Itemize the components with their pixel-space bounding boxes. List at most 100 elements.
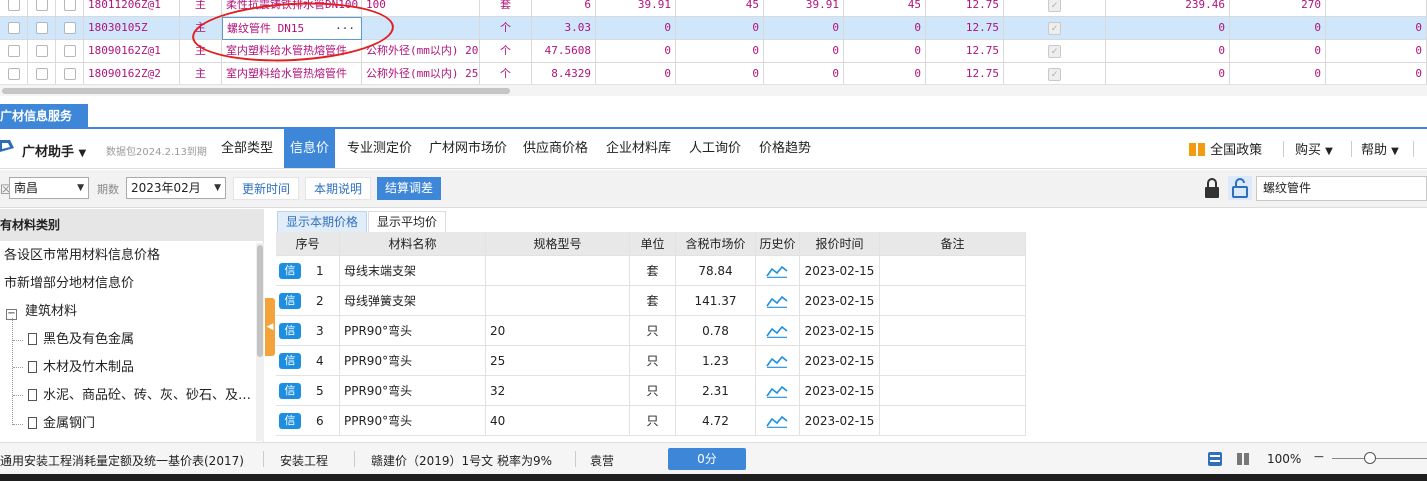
trend-chart-icon[interactable] [766, 384, 788, 398]
table-row[interactable]: 信 3 PPR90°弯头 20 只 0.78 2023-02-15 [276, 316, 1026, 346]
buy-menu[interactable]: 购买 ▼ [1295, 139, 1333, 158]
table-row[interactable]: 信 5 PPR90°弯头 32 只 2.31 2023-02-15 [276, 376, 1026, 406]
row-checkbox[interactable] [7, 45, 20, 57]
search-input[interactable]: 螺纹管件 [1256, 176, 1427, 201]
scrollbar-thumb[interactable] [2, 88, 510, 94]
tab-manual-inquiry[interactable]: 人工询价 [683, 129, 747, 168]
tab-enterprise-library[interactable]: 企业材料库 [600, 129, 677, 168]
item-code: 18030105Z [84, 17, 180, 40]
item-price: 0 [764, 17, 844, 40]
chevron-down-icon: ▼ [1325, 146, 1333, 157]
tree-item-label: 水泥、商品砼、砖、灰、砂石、及… [43, 388, 252, 403]
trend-chart-icon[interactable] [766, 354, 788, 368]
horizontal-scrollbar[interactable] [0, 84, 1427, 96]
table-row[interactable]: 信 1 母线末端支架套 78.84 2023-02-15 [276, 256, 1026, 286]
material-category-tree: 有材料类别 各设区市常用材料信息价格 市新增部分地材信息价 − 建筑材料 黑色及有… [0, 209, 264, 442]
policy-menu[interactable]: 全国政策 [1188, 139, 1262, 158]
grid-row[interactable]: 18090162Z@2 主 室内塑料给水管热熔管件 公称外径(mm以内) 25 … [0, 63, 1427, 84]
tab-current-price[interactable]: 显示本期价格 [277, 211, 368, 232]
item-price: 0 [676, 40, 764, 63]
split-view-icon[interactable] [1235, 451, 1251, 467]
taskbar-strip [0, 474, 1427, 481]
market-price: 78.84 [676, 256, 756, 285]
trend-chart-icon[interactable] [766, 264, 788, 278]
quote-date: 2023-02-15 [800, 316, 880, 345]
tree-item[interactable]: 市新增部分地材信息价 [4, 271, 134, 297]
score-button[interactable]: 0分 [668, 448, 746, 470]
trend-chart-icon[interactable] [766, 294, 788, 308]
history-price-cell [756, 376, 800, 405]
history-price-cell [756, 256, 800, 285]
item-name: 室内塑料给水管热熔管件 [222, 63, 362, 84]
grid-row[interactable]: 18011206Z@1 主 柔性抗震铸铁排水管DN100 100 套 6 39.… [0, 0, 1427, 17]
row-checkbox[interactable] [35, 45, 48, 57]
row-checkbox[interactable] [35, 0, 48, 11]
item-type: 主 [180, 63, 222, 84]
tree-item[interactable]: 黑色及有色金属 [28, 327, 134, 353]
remark [880, 316, 1026, 345]
zoom-out-icon[interactable]: − [1313, 449, 1325, 465]
item-price: 0 [596, 40, 676, 63]
tree-item[interactable]: 各设区市常用材料信息价格 [4, 243, 160, 269]
quote-date: 2023-02-15 [800, 406, 880, 435]
tree-scrollbar[interactable] [256, 243, 264, 441]
row-checkbox[interactable] [63, 22, 76, 34]
trend-chart-icon[interactable] [766, 414, 788, 428]
scrollbar-thumb[interactable] [257, 245, 263, 357]
page-view-icon[interactable] [1207, 451, 1223, 467]
table-row[interactable]: 信 6 PPR90°弯头 40 只 4.72 2023-02-15 [276, 406, 1026, 436]
row-checkbox[interactable] [7, 0, 20, 11]
tab-average-price[interactable]: 显示平均价 [368, 211, 447, 232]
row-checkbox[interactable] [35, 68, 48, 80]
panel-tab-material-service[interactable]: 广材信息服务 [0, 104, 88, 128]
lock-icon[interactable] [1201, 176, 1223, 200]
spec-model: 20 [486, 316, 630, 345]
tree-item-building-materials[interactable]: − 建筑材料 [6, 299, 77, 325]
check-icon[interactable]: ✓ [1048, 22, 1061, 35]
item-code: 18090162Z@1 [84, 40, 180, 63]
row-checkbox[interactable] [63, 0, 76, 11]
region-select[interactable]: 南昌 ▼ [9, 177, 89, 199]
item-price: 0 [676, 63, 764, 84]
row-checkbox[interactable] [7, 68, 20, 80]
tab-info-price[interactable]: 信息价 [284, 129, 336, 168]
tab-market-price[interactable]: 广材网市场价 [423, 129, 513, 168]
item-price: 0 [596, 63, 676, 84]
material-name: PPR90°弯头 [340, 406, 486, 435]
assistant-menu[interactable]: 广材助手 ▼ [22, 141, 86, 160]
tree-connector [13, 424, 23, 425]
trend-chart-icon[interactable] [766, 324, 788, 338]
period-note-button[interactable]: 本期说明 [305, 177, 372, 200]
tree-item[interactable]: 水泥、商品砼、砖、灰、砂石、及… [28, 383, 251, 409]
tab-all-types[interactable]: 全部类型 [215, 129, 279, 168]
row-checkbox[interactable] [63, 45, 76, 57]
settle-adjust-button[interactable]: 结算调差 [377, 177, 442, 200]
tab-supplier-price[interactable]: 供应商价格 [517, 129, 594, 168]
row-number-cell: 信6 [276, 406, 340, 435]
unlock-icon[interactable] [1228, 176, 1252, 200]
row-checkbox[interactable] [35, 22, 48, 34]
row-checkbox[interactable] [7, 22, 20, 34]
item-total: 0 [1326, 40, 1427, 63]
tab-price-trend[interactable]: 价格趋势 [753, 129, 817, 168]
table-row[interactable]: 信 4 PPR90°弯头 25 只 1.23 2023-02-15 [276, 346, 1026, 376]
help-menu[interactable]: 帮助 ▼ [1361, 139, 1399, 158]
period-select[interactable]: 2023年02月 ▼ [126, 177, 226, 199]
check-icon[interactable]: ✓ [1048, 0, 1061, 12]
market-price: 0.78 [676, 316, 756, 345]
col-spec: 规格型号 [486, 232, 630, 255]
zoom-slider-thumb[interactable] [1364, 452, 1376, 464]
item-unit: 个 [480, 17, 532, 40]
row-number-cell: 信1 [276, 256, 340, 285]
zoom-slider[interactable] [1332, 458, 1427, 459]
tree-item[interactable]: 木材及竹木制品 [28, 355, 134, 381]
table-row[interactable]: 信 2 母线弹簧支架套 141.37 2023-02-15 [276, 286, 1026, 316]
tree-item[interactable]: 金属钢门 [28, 411, 95, 437]
check-icon[interactable]: ✓ [1048, 68, 1061, 81]
item-price: 12.75 [926, 17, 1004, 40]
tab-professional-price[interactable]: 专业测定价 [341, 129, 418, 168]
update-time-button[interactable]: 更新时间 [233, 177, 300, 200]
collapse-panel-handle[interactable]: ◀ [265, 298, 275, 356]
row-checkbox[interactable] [63, 68, 76, 80]
check-icon[interactable]: ✓ [1048, 45, 1061, 58]
